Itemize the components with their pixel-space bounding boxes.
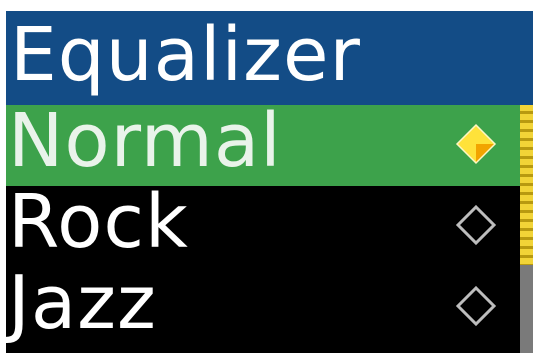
menu-header: Equalizer (6, 11, 533, 105)
scrollbar-thumb[interactable] (520, 105, 533, 265)
scrollbar[interactable] (520, 105, 533, 353)
list-item-jazz[interactable]: Jazz (6, 261, 520, 348)
diamond-radio-empty-icon (455, 285, 497, 327)
diamond-radio-empty-icon (455, 204, 497, 246)
list-item-label: Jazz (8, 260, 157, 346)
equalizer-menu-panel: Equalizer Normal Rock Jazz (6, 11, 533, 353)
list-item-label: Normal (8, 98, 282, 184)
list-item-normal[interactable]: Normal (6, 99, 520, 186)
equalizer-preset-list: Normal Rock Jazz (6, 99, 520, 353)
page-title: Equalizer (10, 12, 361, 98)
device-screen: Equalizer Normal Rock Jazz (0, 0, 533, 364)
list-item-rock[interactable]: Rock (6, 180, 520, 267)
list-item-label: Rock (8, 179, 189, 265)
diamond-radio-filled-icon (455, 123, 497, 165)
